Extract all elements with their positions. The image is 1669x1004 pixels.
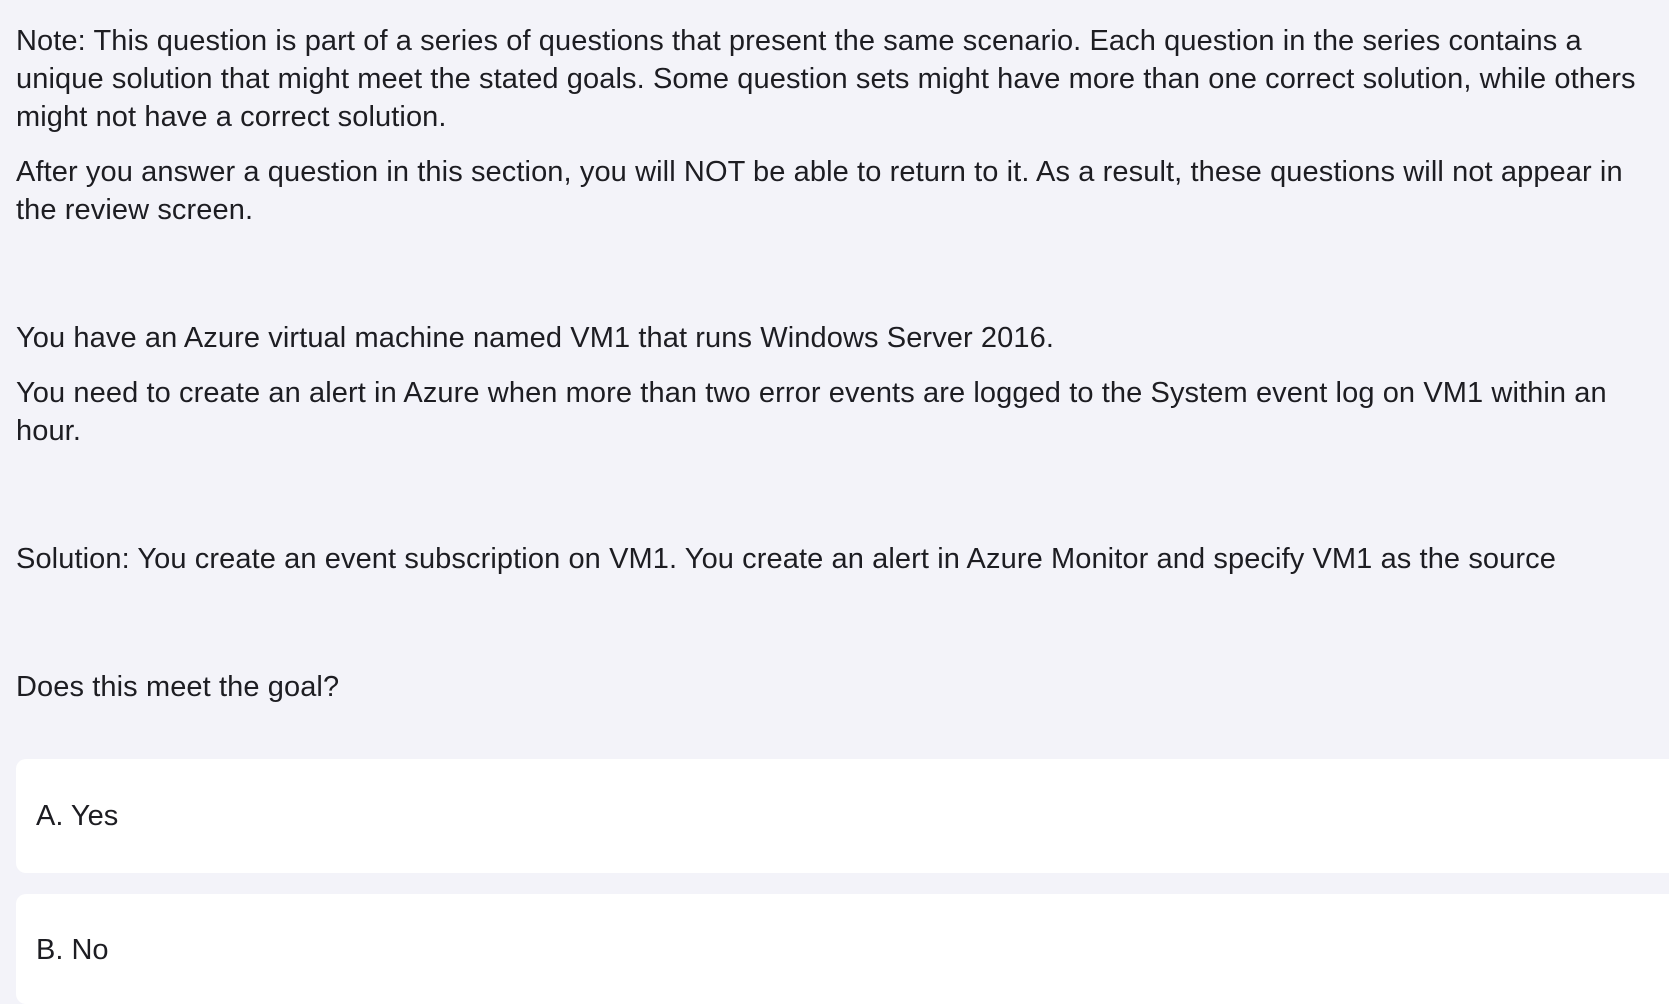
answer-option-a-label: A. Yes xyxy=(36,799,119,832)
scenario-text: You have an Azure virtual machine named … xyxy=(16,322,1055,354)
note-text: Note: This question is part of a series … xyxy=(16,25,1636,133)
review-warning-text: After you answer a question in this sect… xyxy=(16,156,1623,226)
solution-text: Solution: You create an event subscripti… xyxy=(16,543,1556,575)
answer-option-a[interactable]: A. Yes xyxy=(16,759,1669,873)
question-content: Note: This question is part of a series … xyxy=(16,22,1656,706)
requirement-text: You need to create an alert in Azure whe… xyxy=(16,377,1607,447)
question-prompt: Does this meet the goal? xyxy=(16,671,340,703)
answer-option-b[interactable]: B. No xyxy=(16,894,1669,1004)
answer-option-b-label: B. No xyxy=(36,934,109,966)
